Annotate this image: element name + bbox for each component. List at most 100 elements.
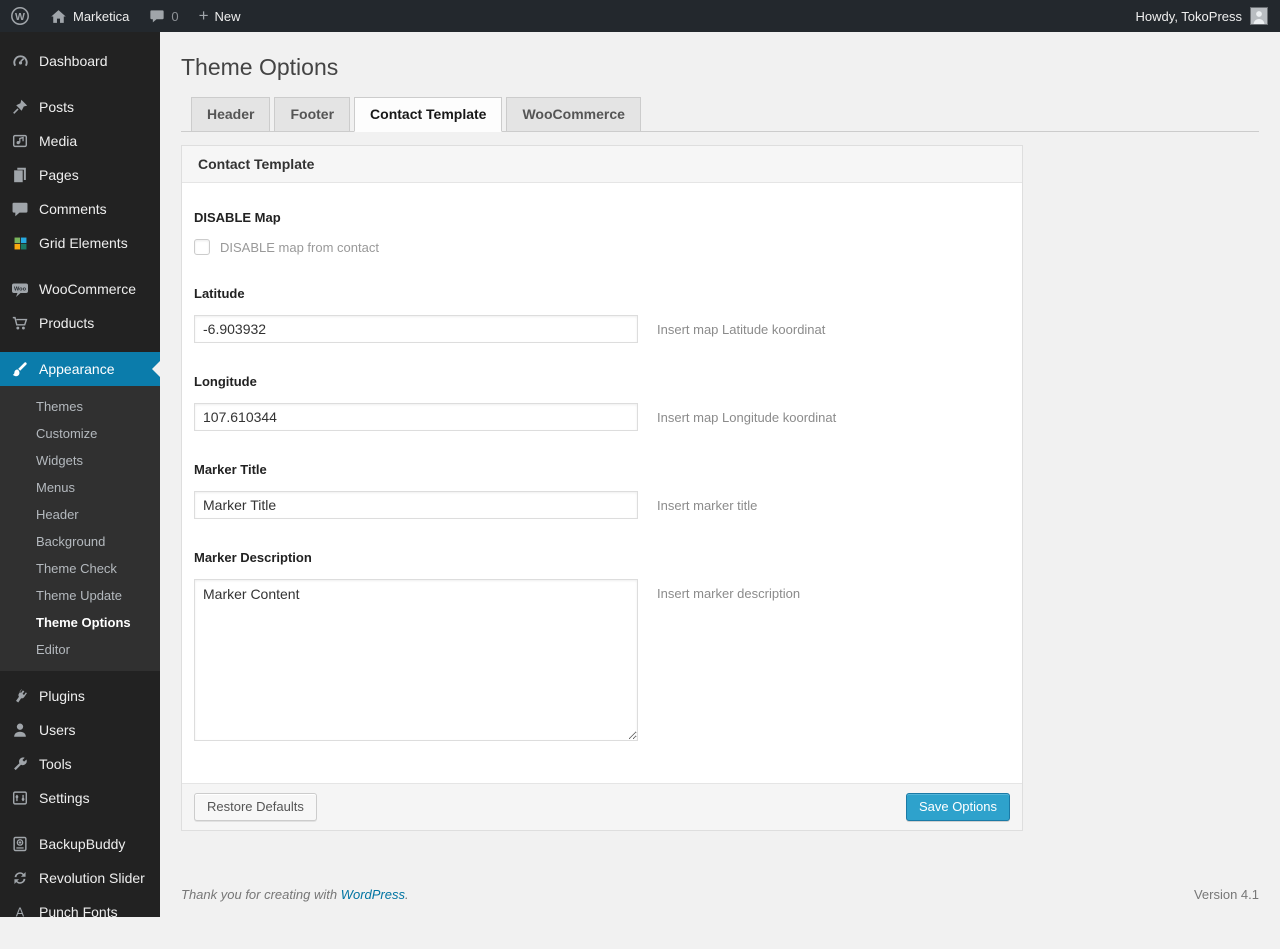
sidebar-item-label: Posts [39,99,75,115]
sidebar-item-label: Plugins [39,688,85,704]
sidebar-item-label: Pages [39,167,79,183]
longitude-field: Longitude Insert map Longitude koordinat [194,374,1010,431]
sidebar-item-settings[interactable]: Settings [0,781,160,815]
submenu-item-theme-check[interactable]: Theme Check [0,555,160,582]
marker-title-field: Marker Title Insert marker title [194,462,1010,519]
sidebar-item-woocommerce[interactable]: Woo WooCommerce [0,272,160,306]
disable-map-field: DISABLE Map DISABLE map from contact [194,210,1010,255]
sidebar-item-users[interactable]: Users [0,713,160,747]
new-label: New [214,8,241,24]
comments-bubble-link[interactable]: 0 [139,0,188,32]
sidebar-item-grid-elements[interactable]: Grid Elements [0,226,160,260]
sidebar-item-label: WooCommerce [39,281,136,297]
marker-description-label: Marker Description [194,550,312,565]
disable-map-checkbox[interactable] [194,239,210,255]
comments-count: 0 [171,8,179,24]
sidebar-item-plugins[interactable]: Plugins [0,679,160,713]
sidebar-item-label: Comments [39,201,107,217]
sidebar-item-label: Grid Elements [39,235,128,251]
marker-title-input[interactable] [194,491,638,519]
tab-header[interactable]: Header [191,97,271,132]
marker-title-label: Marker Title [194,462,267,477]
cart-icon [9,313,31,333]
sidebar-item-tools[interactable]: Tools [0,747,160,781]
paintbrush-icon [9,359,31,379]
admin-sidebar: Dashboard Posts Media Pages Comments Gri… [0,32,160,920]
new-content-menu[interactable]: + New [189,0,251,32]
submenu-item-themes[interactable]: Themes [0,393,160,420]
tab-contact-template[interactable]: Contact Template [354,97,503,132]
sidebar-item-backupbuddy[interactable]: BackupBuddy [0,827,160,861]
latitude-input[interactable] [194,315,638,343]
wordpress-link[interactable]: WordPress [341,887,405,902]
submenu-item-customize[interactable]: Customize [0,420,160,447]
disable-map-label: DISABLE Map [194,210,281,225]
dashboard-icon [9,51,31,71]
main-content: Theme Options Header Footer Contact Templa… [160,32,1280,918]
sidebar-item-pages[interactable]: Pages [0,158,160,192]
longitude-input[interactable] [194,403,638,431]
sidebar-item-label: Settings [39,790,90,806]
submenu-item-widgets[interactable]: Widgets [0,447,160,474]
sidebar-item-label: Dashboard [39,53,108,69]
sidebar-item-media[interactable]: Media [0,124,160,158]
sidebar-item-products[interactable]: Products [0,306,160,340]
longitude-help-text: Insert map Longitude koordinat [657,410,837,425]
plugin-icon [9,686,31,706]
latitude-label: Latitude [194,286,245,301]
restore-defaults-button[interactable]: Restore Defaults [194,793,317,821]
latitude-field: Latitude Insert map Latitude koordinat [194,286,1010,343]
pushpin-icon [9,97,31,117]
woocommerce-icon: Woo [9,279,31,299]
marker-title-help-text: Insert marker title [657,498,758,513]
howdy-account-link[interactable]: Howdy, TokoPress [1136,9,1242,24]
sidebar-item-comments[interactable]: Comments [0,192,160,226]
sidebar-item-revolution-slider[interactable]: Revolution Slider [0,861,160,895]
submenu-item-theme-options[interactable]: Theme Options [0,609,160,636]
footer-thanks-text: Thank you for creating with WordPress. [181,887,409,902]
site-name-link[interactable]: Marketica [40,0,139,32]
sidebar-item-label: BackupBuddy [39,836,126,852]
panel-body: DISABLE Map DISABLE map from contact Lat… [182,183,1022,783]
save-options-button[interactable]: Save Options [905,793,1010,821]
sidebar-item-dashboard[interactable]: Dashboard [0,44,160,78]
sidebar-item-label: Media [39,133,78,149]
submenu-item-theme-update[interactable]: Theme Update [0,582,160,609]
sidebar-item-label: Appearance [39,361,115,377]
submenu-item-header[interactable]: Header [0,501,160,528]
latitude-help-text: Insert map Latitude koordinat [657,322,826,337]
wrench-icon [9,754,31,774]
marker-description-textarea[interactable]: Marker Content [194,579,638,741]
tabs-bar: Header Footer Contact Template WooCommerce [181,97,1259,132]
grid-elements-icon [9,233,31,253]
tab-footer[interactable]: Footer [274,97,351,132]
longitude-label: Longitude [194,374,257,389]
sidebar-item-label: Tools [39,756,72,772]
plus-icon: + [198,5,209,25]
submenu-item-editor[interactable]: Editor [0,636,160,663]
panel-title: Contact Template [182,146,1022,183]
comment-icon [149,8,165,24]
pages-icon [9,165,31,185]
user-icon [9,720,31,740]
page-footer: Thank you for creating with WordPress. V… [181,887,1259,918]
tab-woocommerce[interactable]: WooCommerce [506,97,641,132]
marker-description-field: Marker Description Marker Content Insert… [194,550,1010,741]
refresh-icon [9,868,31,888]
admin-bar: W Marketica 0 + New Howdy, TokoPress [0,0,1280,32]
submenu-item-menus[interactable]: Menus [0,474,160,501]
sidebar-item-posts[interactable]: Posts [0,90,160,124]
disable-map-checkbox-label: DISABLE map from contact [220,239,379,255]
backup-icon [9,834,31,854]
wordpress-icon: W [10,6,30,26]
home-icon [50,8,67,25]
sidebar-item-label: Revolution Slider [39,870,145,886]
user-avatar[interactable] [1250,7,1268,25]
submenu-item-background[interactable]: Background [0,528,160,555]
media-icon [9,131,31,151]
wordpress-logo-menu[interactable]: W [0,0,40,32]
contact-template-panel: Contact Template DISABLE Map DISABLE map… [181,145,1023,831]
sliders-icon [9,788,31,808]
sidebar-item-appearance[interactable]: Appearance [0,352,160,386]
appearance-submenu: Themes Customize Widgets Menus Header Ba… [0,386,160,671]
